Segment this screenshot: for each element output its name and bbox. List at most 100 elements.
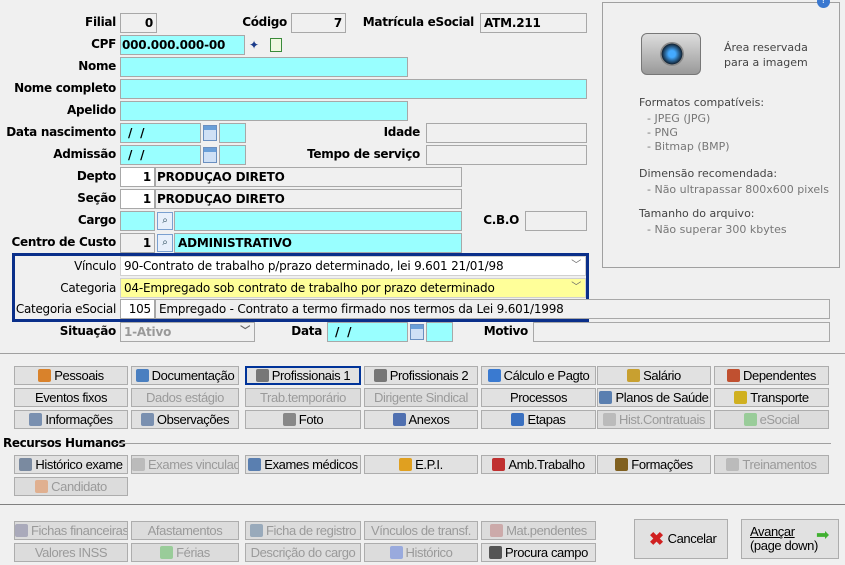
ficha-de-registro-button[interactable]: Ficha de registro [245,521,361,540]
documenta-o-button[interactable]: Documentação [131,366,239,385]
centro-custo-name[interactable]: ADMINISTRATIVO [174,233,462,253]
observa-es-button[interactable]: Observações [131,410,239,429]
candidato-button[interactable]: Candidato [14,477,128,496]
anexos-button[interactable]: Anexos [364,410,478,429]
valores-inss-button[interactable]: Valores INSS [14,543,128,562]
admissao-extra[interactable] [219,145,246,165]
exames-m-dicos-button[interactable]: Exames médicos [245,455,361,474]
image-area-title2: para a imagem [724,56,808,69]
apelido-field[interactable] [120,101,408,121]
processos-button[interactable]: Processos [481,388,596,407]
nome-field[interactable] [120,57,408,77]
treinamentos-button[interactable]: Treinamentos [714,455,829,474]
v-nculos-de-transf-button[interactable]: Vínculos de transf. [364,521,478,540]
amb-trabalho-button[interactable]: Amb.Trabalho [481,455,596,474]
calendar-icon[interactable] [203,125,217,141]
button-label: Dependentes [743,368,816,383]
filial-field[interactable]: 0 [120,13,157,33]
button-label: eSocial [759,412,800,427]
vinculo-select[interactable]: 90-Contrato de trabalho p/prazo determin… [120,256,586,276]
cancel-button[interactable]: ✖ Cancelar [634,519,728,559]
image-area[interactable]: Área reservada para a imagem Formatos co… [602,2,840,268]
hist-contratuais-button[interactable]: Hist.Contratuais [597,410,711,429]
codigo-field[interactable]: 7 [291,13,346,33]
ambulance-icon [599,391,613,404]
depto-code[interactable]: 1 [120,167,155,187]
mat-pendentes-button[interactable]: Mat.pendentes [481,521,596,540]
button-label: Anexos [408,412,450,427]
button-label: Descrição do cargo [250,545,356,560]
matricula-field[interactable]: ATM.211 [480,13,587,33]
procura-campo-button[interactable]: Procura campo [481,543,596,562]
button-label: Exames vinculados [148,457,238,472]
next-button[interactable]: Avançar (page down) ➡ [741,519,839,559]
dados-est-gio-button[interactable]: Dados estágio [131,388,239,407]
sal-rio-button[interactable]: Salário [597,366,711,385]
profissionais-2-button[interactable]: Profissionais 2 [364,366,478,385]
secao-code[interactable]: 1 [120,189,155,209]
calendar-icon[interactable] [203,147,217,163]
nome-completo-field[interactable] [120,79,587,99]
planos-de-sa-de-button[interactable]: Planos de Saúde [597,388,711,407]
descri-o-do-cargo-button[interactable]: Descrição do cargo [245,543,361,562]
calendar-icon[interactable] [410,324,424,340]
chevron-down-icon: ﹀ [571,282,581,293]
profissionais-1-button[interactable]: Profissionais 1 [245,366,361,385]
cbo-field [525,211,587,231]
foto-button[interactable]: Foto [245,410,361,429]
button-label: Histórico [405,545,453,560]
informa-es-button[interactable]: Informações [14,410,128,429]
data-label: Data [291,324,322,338]
e-p-i-button[interactable]: E.P.I. [364,455,478,474]
f-rias-button[interactable]: Férias [131,543,239,562]
situacao-select[interactable]: 1-Ativo ﹀ [120,322,255,342]
forma-es-button[interactable]: Formações [597,455,711,474]
centro-custo-code[interactable]: 1 [120,233,155,253]
button-label: Dados estágio [146,390,224,405]
trab-tempor-rio-button[interactable]: Trab.temporário [245,388,361,407]
stethoscope-icon [726,458,740,471]
cargo-code[interactable] [120,211,155,231]
dependentes-button[interactable]: Dependentes [714,366,829,385]
nome-completo-label: Nome completo [14,81,116,95]
esocial-button[interactable]: eSocial [714,410,829,429]
button-label: Profissionais 1 [271,368,351,383]
arrow-right-icon: ➡ [816,527,830,544]
data-extra[interactable] [426,322,453,342]
x-icon: ✖ [649,529,664,549]
data-field[interactable]: / / [327,322,408,342]
button-label: Salário [643,368,681,383]
transporte-button[interactable]: Transporte [714,388,829,407]
admissao-field[interactable]: / / [120,145,201,165]
motivo-label: Motivo [483,324,529,338]
clock-icon [389,546,403,559]
calculator-icon [487,369,501,382]
etapas-button[interactable]: Etapas [481,410,596,429]
lookup-icon[interactable]: ⌕ [157,212,173,230]
cargo-name[interactable] [174,211,462,231]
fichas-financeiras-button[interactable]: Fichas financeiras [14,521,128,540]
receita-icon[interactable]: ✦ [249,38,259,52]
button-label: E.P.I. [415,457,443,472]
hist-rico-exame-button[interactable]: Histórico exame [14,455,128,474]
c-lculo-e-pagto-button[interactable]: Cálculo e Pagto [481,366,596,385]
button-label: Exames médicos [264,457,358,472]
paperclip-icon [392,413,406,426]
eventos-fixos-button[interactable]: Eventos fixos [14,388,128,407]
size-title: Tamanho do arquivo: [639,207,755,220]
lookup-icon[interactable]: ⌕ [157,234,173,252]
categoria-select[interactable]: 04-Empregado sob contrato de trabalho po… [120,278,586,298]
note-icon[interactable] [270,38,282,52]
afastamentos-button[interactable]: Afastamentos [131,521,239,540]
pessoais-button[interactable]: Pessoais [14,366,128,385]
dirigente-sindical-button[interactable]: Dirigente Sindical [364,388,478,407]
exames-vinculados-button[interactable]: Exames vinculados [131,455,239,474]
cpf-field[interactable]: 000.000.000-00 [120,35,245,55]
button-label: Informações [45,412,113,427]
hist-rico-button[interactable]: Histórico [364,543,478,562]
data-nascimento-extra[interactable] [219,123,246,143]
document-icon [249,524,263,537]
data-nascimento-field[interactable]: / / [120,123,201,143]
categoria-esocial-code[interactable]: 105 [120,299,155,319]
button-label: Eventos fixos [34,390,108,405]
